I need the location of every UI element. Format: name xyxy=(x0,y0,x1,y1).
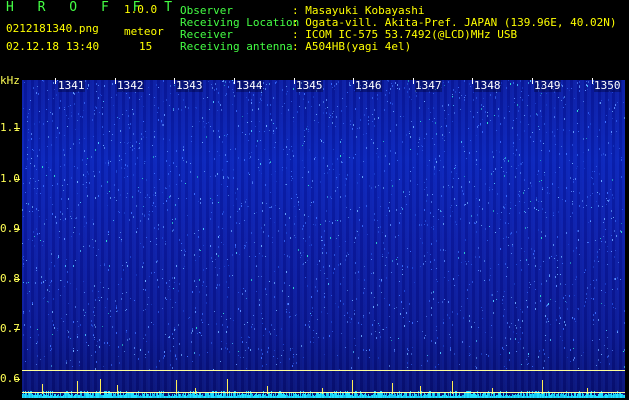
y-tick-mark xyxy=(14,128,20,129)
x-tick-label: 1342 xyxy=(117,79,144,92)
file-date: 02.12.18 xyxy=(6,40,59,53)
file-name: 0212181340.png xyxy=(6,22,99,35)
x-tick-mark xyxy=(55,78,56,84)
app-version: 1.0.0 xyxy=(124,3,158,16)
spectrogram[interactable] xyxy=(22,80,625,398)
x-tick-label: 1350 xyxy=(594,79,621,92)
x-tick-mark xyxy=(353,78,354,84)
file-time: 13:40 xyxy=(66,40,100,53)
x-tick-mark xyxy=(472,78,473,84)
x-tick-label: 1343 xyxy=(176,79,203,92)
x-tick-mark xyxy=(532,78,533,84)
x-tick-mark xyxy=(234,78,235,84)
counter-value: 15 xyxy=(139,40,153,53)
x-tick-label: 1346 xyxy=(355,79,382,92)
y-tick-mark xyxy=(14,179,20,180)
marker-line-lower xyxy=(22,392,625,393)
y-tick-mark xyxy=(14,229,20,230)
counter-label: meteor xyxy=(124,25,164,38)
x-tick-mark xyxy=(294,78,295,84)
antenna-label: Receiving antenna xyxy=(180,40,293,53)
x-tick-mark xyxy=(174,78,175,84)
x-tick-label: 1349 xyxy=(534,79,561,92)
x-tick-mark xyxy=(115,78,116,84)
x-tick-label: 1347 xyxy=(415,79,442,92)
x-tick-label: 1341 xyxy=(58,79,85,92)
spectrogram-noise xyxy=(22,80,625,398)
y-axis-unit: kHz xyxy=(0,74,20,87)
x-tick-mark xyxy=(413,78,414,84)
x-tick-mark xyxy=(592,78,593,84)
antenna-value: : A504HB(yagi 4el) xyxy=(292,40,412,53)
y-tick-mark xyxy=(14,329,20,330)
y-tick-mark xyxy=(14,279,20,280)
x-tick-label: 1348 xyxy=(474,79,501,92)
header-panel: H R O F F T 1.0.0 0212181340.png meteor … xyxy=(0,0,629,78)
marker-line-upper xyxy=(22,370,625,371)
x-tick-label: 1344 xyxy=(236,79,263,92)
y-tick-mark xyxy=(14,379,20,380)
x-tick-label: 1345 xyxy=(296,79,323,92)
